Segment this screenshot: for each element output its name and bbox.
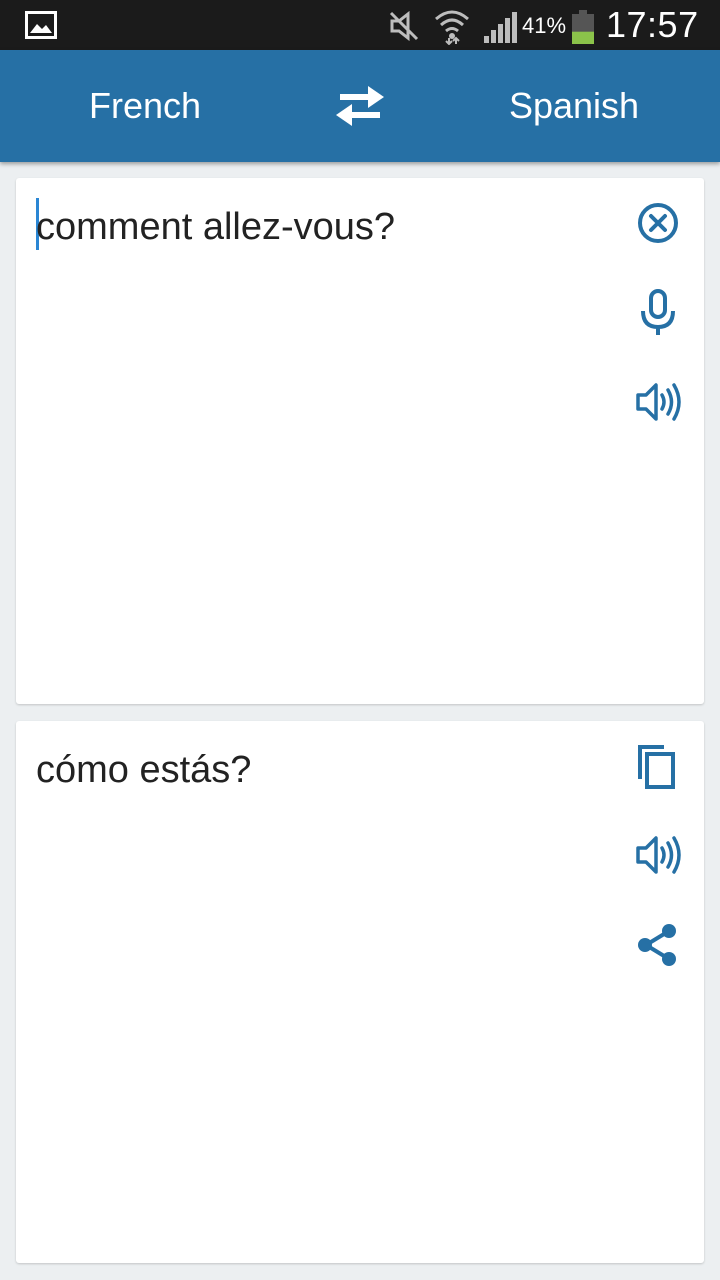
output-card: cómo estás?: [16, 721, 704, 1263]
source-language-button[interactable]: French: [30, 50, 260, 162]
battery-icon: [572, 10, 594, 44]
swap-arrows-icon[interactable]: [330, 82, 390, 130]
battery-percent: 41%: [522, 13, 567, 38]
signal-icon: [484, 12, 517, 43]
wifi-icon: [435, 10, 469, 45]
translated-text: cómo estás?: [36, 749, 252, 791]
target-language-button[interactable]: Spanish: [460, 50, 688, 162]
input-card: comment allez-vous?: [16, 178, 704, 704]
source-text-input[interactable]: comment allez-vous?: [36, 204, 616, 250]
speaker-icon[interactable]: [634, 378, 682, 426]
language-toolbar: French Spanish: [0, 50, 720, 162]
microphone-icon[interactable]: [634, 289, 682, 337]
status-bar: 41% 17:57: [0, 0, 720, 50]
clock: 17:57: [606, 4, 699, 45]
mute-icon: [389, 10, 419, 42]
gallery-icon: [25, 11, 57, 39]
speaker-icon[interactable]: [634, 831, 682, 879]
clear-icon[interactable]: [634, 199, 682, 247]
share-icon[interactable]: [634, 921, 682, 969]
copy-icon[interactable]: [634, 743, 682, 791]
